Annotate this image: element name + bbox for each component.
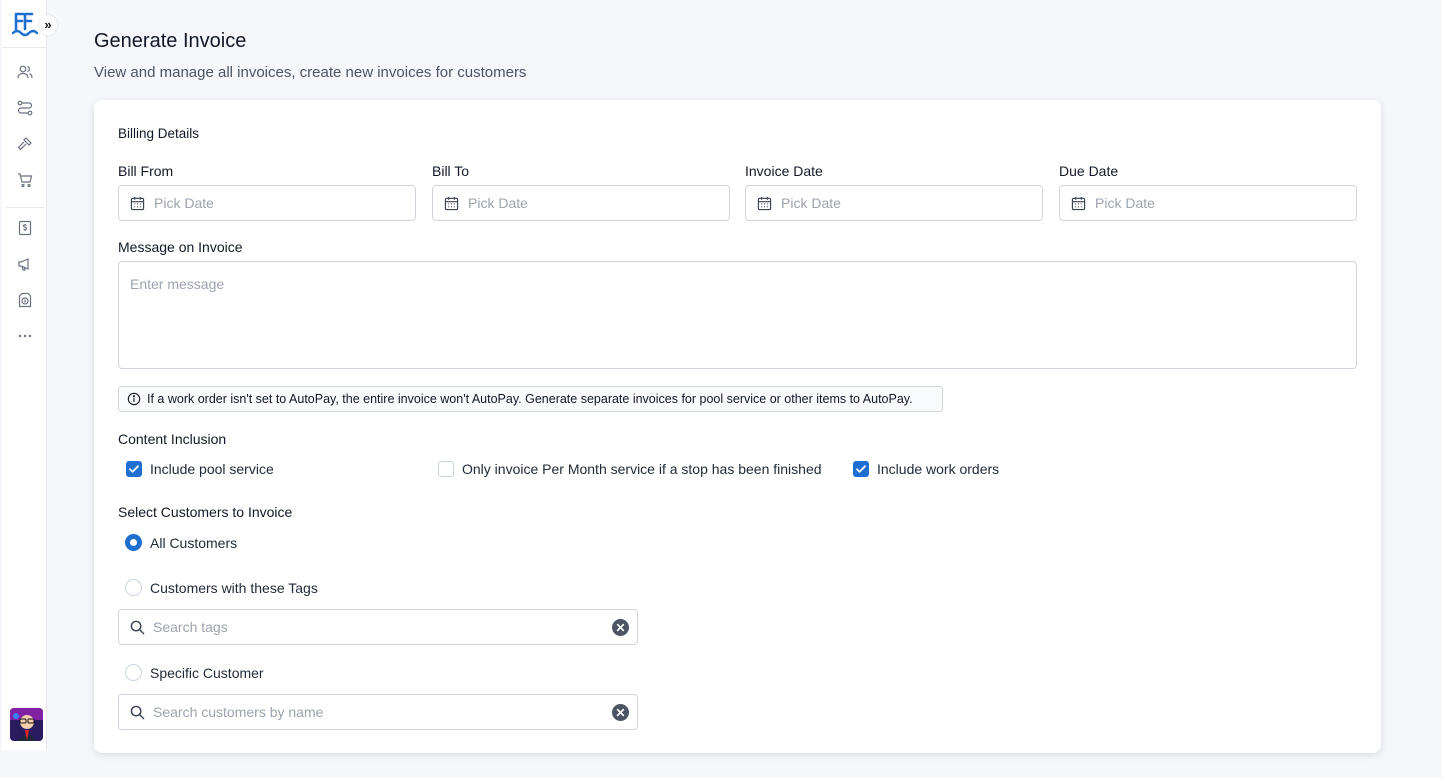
message-label: Message on Invoice xyxy=(118,239,243,255)
clear-icon[interactable] xyxy=(612,618,629,636)
per-month-finished-checkbox[interactable]: Only invoice Per Month service if a stop… xyxy=(438,461,822,477)
radio-label: All Customers xyxy=(150,534,238,551)
bill-to-input[interactable]: Pick Date xyxy=(432,185,730,221)
radio-label: Customers with these Tags xyxy=(150,579,318,596)
cart-icon[interactable] xyxy=(16,171,34,189)
message-textarea[interactable]: Enter message xyxy=(118,261,1357,369)
invoice-date-input[interactable]: Pick Date xyxy=(745,185,1043,221)
user-avatar[interactable] xyxy=(10,708,43,741)
megaphone-icon[interactable] xyxy=(16,255,34,273)
checkbox-unchecked[interactable] xyxy=(438,461,454,477)
autopay-notice-text: If a work order isn't set to AutoPay, th… xyxy=(147,392,913,406)
due-date-input[interactable]: Pick Date xyxy=(1059,185,1357,221)
calendar-icon xyxy=(130,196,145,210)
radio-label: Specific Customer xyxy=(150,664,264,681)
invoice-form-card: Billing Details Bill From Pick Date Bill… xyxy=(94,100,1381,753)
page-subtitle: View and manage all invoices, create new… xyxy=(94,64,527,81)
invoice-date-label: Invoice Date xyxy=(745,163,823,179)
expand-sidebar-button[interactable]: » xyxy=(39,15,57,35)
check-icon xyxy=(129,465,139,473)
due-date-label: Due Date xyxy=(1059,163,1119,179)
bill-from-input[interactable]: Pick Date xyxy=(118,185,416,221)
tagged-customers-radio[interactable]: Customers with these Tags xyxy=(125,579,318,596)
info-icon xyxy=(127,392,141,406)
sidebar-divider xyxy=(6,207,44,208)
search-icon xyxy=(130,620,145,635)
autopay-notice: If a work order isn't set to AutoPay, th… xyxy=(118,386,943,412)
check-icon xyxy=(856,465,866,473)
more-icon[interactable] xyxy=(16,327,34,345)
search-tags-input[interactable]: Search tags xyxy=(118,609,638,645)
bill-from-label: Bill From xyxy=(118,163,174,179)
bill-from-placeholder: Pick Date xyxy=(154,195,214,211)
specific-customer-radio[interactable]: Specific Customer xyxy=(125,664,264,681)
checkbox-label: Only invoice Per Month service if a stop… xyxy=(462,461,822,477)
radio-unselected[interactable] xyxy=(125,664,142,681)
checkbox-checked[interactable] xyxy=(853,461,869,477)
page-title: Generate Invoice xyxy=(94,30,247,52)
routes-icon[interactable] xyxy=(16,99,34,117)
document-dollar-icon[interactable] xyxy=(16,291,34,309)
bill-to-label: Bill To xyxy=(432,163,470,179)
include-pool-service-checkbox[interactable]: Include pool service xyxy=(126,461,274,477)
message-placeholder: Enter message xyxy=(130,276,225,292)
search-icon xyxy=(130,705,145,720)
clear-icon[interactable] xyxy=(612,703,629,721)
content-inclusion-title: Content Inclusion xyxy=(118,431,227,447)
tools-icon[interactable] xyxy=(16,135,34,153)
radio-selected[interactable] xyxy=(125,534,142,551)
include-work-orders-checkbox[interactable]: Include work orders xyxy=(853,461,999,477)
billing-details-title: Billing Details xyxy=(118,126,200,141)
calendar-icon xyxy=(757,196,772,210)
users-icon[interactable] xyxy=(16,63,34,81)
search-customers-placeholder: Search customers by name xyxy=(153,704,324,720)
invoice-icon[interactable] xyxy=(16,219,34,237)
search-tags-placeholder: Search tags xyxy=(153,619,228,635)
calendar-icon xyxy=(1071,196,1086,210)
search-customers-input[interactable]: Search customers by name xyxy=(118,694,638,730)
all-customers-radio[interactable]: All Customers xyxy=(125,534,237,551)
checkbox-label: Include pool service xyxy=(150,461,274,477)
calendar-icon xyxy=(444,196,459,210)
checkbox-label: Include work orders xyxy=(877,461,1000,477)
select-customers-title: Select Customers to Invoice xyxy=(118,504,293,520)
checkbox-checked[interactable] xyxy=(126,461,142,477)
radio-unselected[interactable] xyxy=(125,579,142,596)
invoice-date-placeholder: Pick Date xyxy=(781,195,841,211)
bill-to-placeholder: Pick Date xyxy=(468,195,528,211)
app-logo[interactable] xyxy=(10,10,40,38)
sidebar-divider xyxy=(2,47,47,48)
due-date-placeholder: Pick Date xyxy=(1095,195,1155,211)
sidebar: » xyxy=(2,0,57,750)
